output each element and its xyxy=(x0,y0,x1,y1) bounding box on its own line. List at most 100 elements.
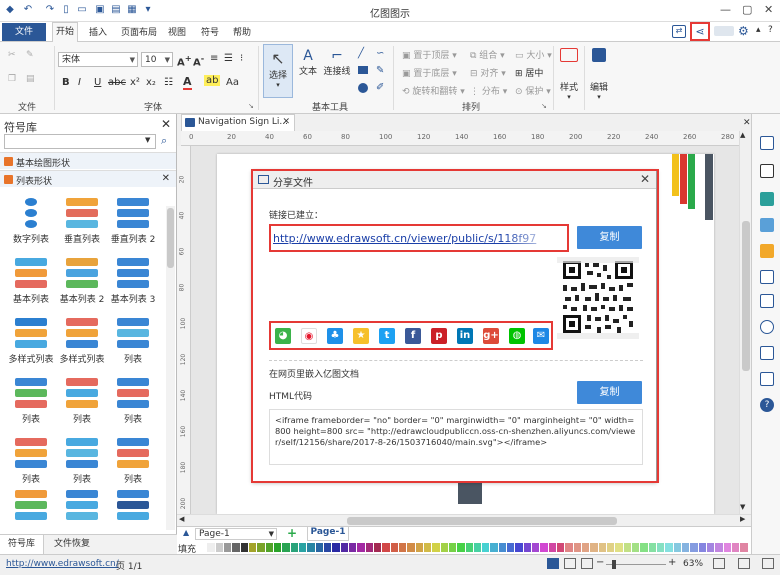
rotate-flip-button[interactable]: ⟲ 旋转和翻转 ▾ xyxy=(402,84,465,97)
tab-page-layout[interactable]: 页面布局 xyxy=(116,25,162,38)
color-swatch[interactable] xyxy=(523,543,532,552)
bullet-list-icon[interactable]: ☷ xyxy=(164,77,173,88)
color-swatch[interactable] xyxy=(482,543,490,552)
color-swatch[interactable] xyxy=(307,543,315,552)
text-align-icon[interactable]: ≡ xyxy=(210,53,218,64)
color-swatch[interactable] xyxy=(590,543,598,552)
library-shape-item[interactable]: 基本列表 2 xyxy=(57,254,107,310)
category-basic-shapes[interactable]: 基本绘图形状 xyxy=(0,152,176,169)
color-swatch[interactable] xyxy=(648,543,657,552)
cut-icon[interactable]: ✂ xyxy=(8,50,16,60)
color-swatch[interactable] xyxy=(582,543,590,552)
ribbon-collapse-icon[interactable]: ▴ xyxy=(756,25,761,35)
rectangle-tool-icon[interactable] xyxy=(358,66,368,74)
file-tab[interactable]: 文件 xyxy=(2,23,46,41)
comment-icon[interactable] xyxy=(760,372,774,386)
settings-icon[interactable] xyxy=(762,558,774,569)
color-swatch[interactable] xyxy=(423,543,432,552)
color-swatch[interactable] xyxy=(465,543,473,552)
page-properties-icon[interactable] xyxy=(760,270,774,284)
size-button[interactable]: ▭ 大小 ▾ xyxy=(515,48,552,61)
format-painter-icon[interactable]: ✎ xyxy=(26,50,34,60)
library-shape-item[interactable]: 垂直列表 xyxy=(57,194,107,250)
close-button[interactable]: ✕ xyxy=(764,3,773,16)
copy-icon[interactable]: ❐ xyxy=(8,74,16,84)
fit-window-icon[interactable] xyxy=(713,558,725,569)
color-swatch[interactable] xyxy=(440,543,448,552)
color-swatch[interactable] xyxy=(723,543,731,552)
hyperlink-icon[interactable] xyxy=(760,320,774,334)
category-list-shapes[interactable]: 列表形状 ✕ xyxy=(0,170,176,187)
library-shape-item[interactable]: 列表 xyxy=(108,434,158,490)
scroll-thumb[interactable] xyxy=(167,208,174,268)
color-swatch[interactable] xyxy=(598,543,607,552)
scroll-left-icon[interactable]: ◀ xyxy=(179,515,184,523)
tab-symbols[interactable]: 符号 xyxy=(196,25,224,38)
color-swatch[interactable] xyxy=(199,543,207,552)
color-swatch[interactable] xyxy=(323,543,332,552)
select-tool-button[interactable]: ↖ 选择 ▾ xyxy=(263,44,293,98)
style-button[interactable]: 样式 ▾ xyxy=(557,48,581,101)
color-swatch[interactable] xyxy=(273,543,282,552)
color-swatch[interactable] xyxy=(715,543,723,552)
text-tool-button[interactable]: A 文本 xyxy=(295,44,321,98)
superscript-icon[interactable]: x² xyxy=(130,77,140,88)
library-shape-item[interactable]: 列表 xyxy=(6,374,56,430)
library-shape-item[interactable]: 多样式列表 xyxy=(6,314,56,370)
color-swatch[interactable] xyxy=(432,543,440,552)
help-icon[interactable]: ? xyxy=(760,398,774,412)
font-size-select[interactable]: 10 ▼ xyxy=(141,52,173,67)
color-swatch[interactable] xyxy=(673,543,682,552)
format-icon[interactable] xyxy=(760,136,774,150)
full-screen-icon[interactable] xyxy=(581,558,593,569)
color-swatch[interactable] xyxy=(515,543,523,552)
library-shape-item[interactable]: 列表 xyxy=(57,374,107,430)
color-swatch[interactable] xyxy=(607,543,615,552)
color-swatch[interactable] xyxy=(257,543,265,552)
color-swatch[interactable] xyxy=(665,543,673,552)
color-swatch[interactable] xyxy=(548,543,557,552)
document-tab[interactable]: Navigation Sign Li... ✕ xyxy=(181,114,295,131)
color-swatch[interactable] xyxy=(232,543,240,552)
chevron-up-icon[interactable]: ▲ xyxy=(183,528,189,537)
close-icon[interactable]: ✕ xyxy=(282,117,290,127)
color-swatch[interactable] xyxy=(565,543,573,552)
presentation-icon[interactable] xyxy=(738,558,750,569)
color-swatch[interactable] xyxy=(682,543,690,552)
library-shape-item[interactable]: 列表 xyxy=(6,434,56,490)
line-spacing-icon[interactable]: ☰ xyxy=(224,53,233,64)
color-swatch[interactable] xyxy=(248,543,257,552)
color-swatch[interactable] xyxy=(540,543,548,552)
pen-tool-icon[interactable]: ✎ xyxy=(376,65,384,76)
color-swatch[interactable] xyxy=(407,543,415,552)
maximize-button[interactable]: ▢ xyxy=(742,3,752,16)
arrange-dialog-launcher-icon[interactable]: ↘ xyxy=(541,102,547,110)
library-search-input[interactable]: ▼ xyxy=(4,134,156,149)
color-swatch[interactable] xyxy=(265,543,273,552)
fit-width-icon[interactable] xyxy=(564,558,576,569)
color-swatch[interactable] xyxy=(690,543,698,552)
scroll-up-icon[interactable]: ▲ xyxy=(740,131,745,139)
library-shape-item[interactable]: 基本列表 3 xyxy=(108,254,158,310)
curve-tool-icon[interactable]: ∽ xyxy=(376,48,384,59)
color-swatch[interactable] xyxy=(740,543,748,552)
color-swatch[interactable] xyxy=(390,543,398,552)
tab-view[interactable]: 视图 xyxy=(163,25,191,38)
font-dialog-launcher-icon[interactable]: ↘ xyxy=(248,102,254,110)
color-swatch[interactable] xyxy=(382,543,390,552)
image-icon[interactable] xyxy=(760,218,774,232)
tab-insert[interactable]: 插入 xyxy=(84,25,112,38)
tab-help[interactable]: 帮助 xyxy=(228,25,256,38)
scroll-thumb[interactable] xyxy=(742,221,750,371)
color-swatch[interactable] xyxy=(657,543,665,552)
color-swatch[interactable] xyxy=(332,543,340,552)
color-swatch[interactable] xyxy=(707,543,715,552)
close-icon[interactable]: ✕ xyxy=(161,117,171,131)
color-swatch[interactable] xyxy=(732,543,740,552)
color-swatch[interactable] xyxy=(448,543,457,552)
color-swatch[interactable] xyxy=(415,543,423,552)
scroll-down-icon[interactable]: ▼ xyxy=(740,503,745,511)
text-case-icon[interactable]: Aa xyxy=(226,77,239,88)
tab-file-recovery[interactable]: 文件恢复 xyxy=(50,535,94,554)
color-swatch[interactable] xyxy=(298,543,307,552)
